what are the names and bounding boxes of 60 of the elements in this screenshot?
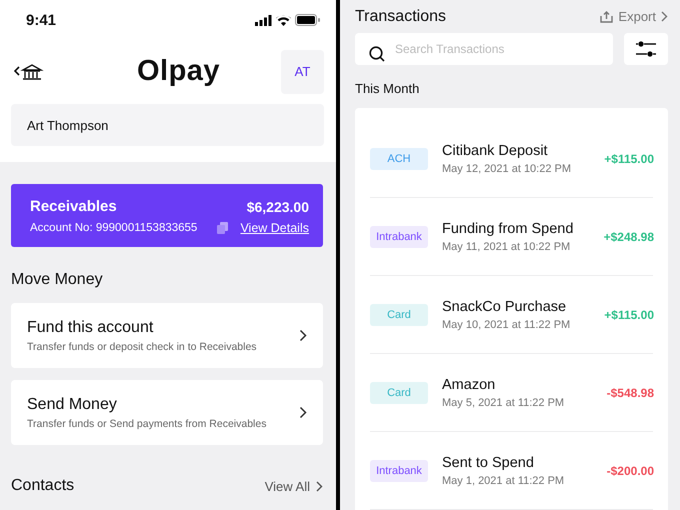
action-card[interactable]: Send Money Transfer funds or Send payments from Receivables: [11, 380, 323, 445]
section-heading: Contacts: [11, 477, 74, 495]
transaction-row[interactable]: ACH Citibank Deposit May 12, 2021 at 10:22 PM +$115.00: [370, 120, 653, 198]
transaction-amount: +$248.98: [604, 230, 654, 244]
transaction-amount: +$115.00: [604, 308, 654, 322]
panel-title: Transactions: [355, 8, 446, 26]
action-title: Send Money: [27, 396, 118, 414]
export-link[interactable]: Export: [600, 9, 668, 24]
view-all-link[interactable]: View All: [264, 478, 323, 494]
signal-icon: [255, 14, 272, 26]
transaction-date: May 10, 2021 at 11:22 PM: [442, 318, 572, 330]
account-holder-field[interactable]: Art Thompson: [11, 104, 324, 146]
transaction-title: Citibank Deposit: [442, 142, 549, 158]
action-title: Fund this account: [27, 318, 154, 336]
search-icon: [369, 46, 385, 62]
action-card[interactable]: Fund this account Transfer funds or deposit check in to Receivables: [11, 303, 323, 368]
transaction-title: Sent to Spend: [442, 454, 535, 470]
transaction-amount: -$548.98: [606, 386, 654, 400]
transaction-row[interactable]: Intrabank Sent to Spend May 1, 2021 at 11:22 PM -$200.00: [370, 432, 653, 510]
wifi-icon: [276, 14, 291, 26]
type-tag: Card: [370, 382, 428, 404]
type-tag: ACH: [370, 148, 428, 170]
transaction-title: SnackCo Purchase: [442, 298, 568, 314]
status-time: 9:41: [26, 12, 56, 28]
transaction-row[interactable]: Card SnackCo Purchase May 10, 2021 at 11:22 PM +$115.00: [370, 276, 653, 354]
sliders-icon: [635, 40, 657, 58]
back-bank-icon[interactable]: [14, 62, 46, 82]
balance: $6,223.00: [246, 198, 309, 214]
app-logo: Olpay: [136, 55, 220, 88]
card-title: Receivables: [30, 198, 118, 215]
transaction-title: Amazon: [442, 376, 496, 392]
transaction-title: Funding from Spend: [442, 220, 574, 236]
chevron-icon: [299, 406, 307, 419]
chevron-icon: [661, 11, 668, 22]
battery-icon: [295, 14, 320, 26]
action-subtitle: Transfer funds or deposit check in to Receivables: [27, 340, 257, 352]
section-heading: This Month: [355, 81, 420, 96]
transaction-row[interactable]: Card Amazon May 5, 2021 at 11:22 PM -$548.98: [370, 354, 653, 432]
filter-button[interactable]: [624, 33, 668, 65]
transaction-date: May 12, 2021 at 10:22 PM: [442, 162, 572, 174]
copy-icon[interactable]: [217, 222, 228, 234]
transaction-date: May 5, 2021 at 11:22 PM: [442, 396, 566, 408]
chevron-icon: [299, 329, 307, 342]
transaction-amount: -$200.00: [606, 464, 654, 478]
transaction-date: May 1, 2021 at 11:22 PM: [442, 474, 566, 486]
receivables-card[interactable]: Receivables $6,223.00 Account No: 9990001153833655 View Details: [11, 184, 323, 247]
type-tag: Intrabank: [370, 226, 428, 248]
transaction-date: May 11, 2021 at 10:22 PM: [442, 240, 572, 252]
action-subtitle: Transfer funds or Send payments from Receivables: [27, 418, 266, 430]
section-heading: Move Money: [11, 271, 104, 289]
chevron-icon: [316, 480, 323, 492]
account-number: Account No: 9990001153833655: [30, 222, 198, 234]
transaction-row[interactable]: Intrabank Funding from Spend May 11, 2021 at 10:22 PM +$248.98: [370, 198, 653, 276]
transaction-amount: +$115.00: [604, 152, 654, 166]
type-tag: Card: [370, 304, 428, 326]
upload-icon: [600, 10, 614, 23]
type-tag: Intrabank: [370, 460, 428, 482]
avatar-button[interactable]: AT: [281, 50, 324, 94]
view-details-link[interactable]: View Details: [240, 221, 309, 235]
search-field[interactable]: Search Transactions: [355, 33, 613, 65]
